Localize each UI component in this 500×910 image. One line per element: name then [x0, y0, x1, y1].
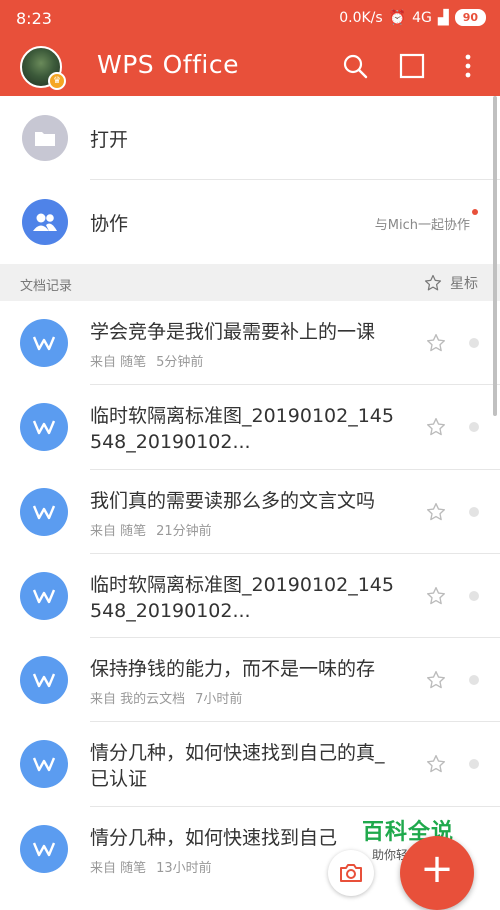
- network-speed: 0.0K/s: [339, 9, 383, 26]
- section-title: 文档记录: [20, 279, 73, 294]
- wps-writer-icon: [20, 571, 68, 620]
- star-outline-icon[interactable]: [426, 670, 446, 690]
- document-row[interactable]: 学会竞争是我们最需要补上的一课 来自 随笔 5分钟前: [0, 301, 500, 386]
- star-outline-icon[interactable]: [426, 586, 446, 606]
- open-label: 打开: [90, 129, 129, 151]
- open-row[interactable]: 打开: [0, 96, 500, 180]
- document-name: 保持挣钱的能力，而不是一味的存: [90, 658, 376, 681]
- camera-icon: [340, 864, 362, 882]
- document-name: 我们真的需要读那么多的文言文吗: [90, 489, 376, 512]
- vip-badge-icon: ♛: [48, 72, 66, 90]
- sync-status-dot: [469, 759, 479, 770]
- app-bar: ♛ WPS Office: [0, 36, 500, 96]
- document-time: 5分钟前: [156, 355, 204, 370]
- sync-status-dot: [469, 506, 479, 517]
- more-vert-icon[interactable]: [455, 53, 481, 79]
- collaborate-label: 协作: [90, 213, 129, 235]
- document-source: 来自 随笔: [90, 355, 147, 370]
- signal-icon: ▟: [437, 9, 449, 26]
- document-name: 学会竞争是我们最需要补上的一课: [90, 321, 376, 343]
- collaborate-row[interactable]: 协作 与Mich一起协作: [0, 180, 500, 264]
- wps-writer-icon: [20, 740, 68, 789]
- status-time: 8:23: [16, 9, 52, 28]
- app-title: WPS Office: [97, 50, 239, 79]
- starred-filter[interactable]: 星标: [424, 273, 478, 293]
- document-meta: 来自 随笔 5分钟前: [90, 351, 213, 370]
- people-icon: [33, 213, 57, 231]
- document-meta: 来自 随笔 21分钟前: [90, 520, 222, 539]
- document-time: 7小时前: [195, 692, 243, 708]
- collaborate-circle: [22, 199, 68, 245]
- document-name: 临时软隔离标准图_20190102_145548_20190102...: [90, 573, 394, 622]
- wps-writer-icon: [20, 487, 68, 536]
- sync-status-dot: [469, 675, 479, 686]
- wps-writer-icon: [20, 824, 68, 873]
- document-source: 来自 随笔: [90, 860, 147, 876]
- main-list: 打开 协作 与Mich一起协作 文档记录 星标 学会竞争是我们最需要补上的一课: [0, 96, 500, 892]
- collaborate-hint[interactable]: 与Mich一起协作: [375, 214, 470, 233]
- document-row[interactable]: 情分几种，如何快速找到自己的真_已认证: [0, 722, 500, 807]
- scrollbar[interactable]: [493, 96, 497, 416]
- signal-text: 4G: [412, 9, 432, 26]
- document-time: 13小时前: [156, 860, 212, 876]
- battery-icon: 90: [454, 9, 486, 26]
- document-name: 临时软隔离标准图_20190102_145548_20190102...: [90, 405, 394, 454]
- document-meta: 来自 随笔 13小时前: [90, 857, 222, 876]
- wps-writer-icon: [20, 656, 68, 705]
- star-outline-icon: [424, 274, 442, 291]
- avatar[interactable]: ♛: [20, 46, 66, 90]
- open-circle: [22, 115, 68, 161]
- star-outline-icon[interactable]: [426, 754, 446, 774]
- document-row[interactable]: 临时软隔离标准图_20190102_145548_20190102...: [0, 385, 500, 470]
- alarm-icon: ⏰: [388, 9, 407, 26]
- document-row[interactable]: 保持挣钱的能力，而不是一味的存 来自 我的云文档 7小时前: [0, 638, 500, 723]
- status-indicators: 0.0K/s ⏰ 4G ▟ 90: [339, 9, 486, 26]
- status-bar: 8:23 0.0K/s ⏰ 4G ▟ 90: [0, 0, 500, 36]
- starred-label: 星标: [450, 276, 478, 292]
- multiwindow-icon[interactable]: [399, 53, 425, 79]
- folder-icon: [35, 132, 55, 146]
- document-source: 来自 我的云文档: [90, 692, 186, 708]
- document-time: 21分钟前: [156, 523, 212, 539]
- document-name: 情分几种，如何快速找到自己: [90, 826, 338, 849]
- sync-status-dot: [469, 590, 479, 601]
- recent-docs-header: 文档记录 星标: [0, 264, 500, 301]
- document-row[interactable]: 临时软隔离标准图_20190102_145548_20190102...: [0, 553, 500, 639]
- document-name: 情分几种，如何快速找到自己的真_已认证: [90, 742, 385, 791]
- star-outline-icon[interactable]: [426, 417, 446, 437]
- sync-status-dot: [469, 338, 479, 348]
- document-source: 来自 随笔: [90, 523, 147, 539]
- document-meta: 来自 我的云文档 7小时前: [90, 688, 252, 707]
- notification-dot: [472, 209, 478, 215]
- sync-status-dot: [469, 422, 479, 433]
- document-row[interactable]: 我们真的需要读那么多的文言文吗 来自 随笔 21分钟前: [0, 469, 500, 554]
- wps-writer-icon: [20, 319, 68, 367]
- camera-button[interactable]: [328, 850, 374, 896]
- add-document-button[interactable]: +: [400, 836, 474, 910]
- search-icon[interactable]: [342, 53, 368, 79]
- star-outline-icon[interactable]: [426, 502, 446, 522]
- star-outline-icon[interactable]: [426, 333, 446, 353]
- wps-writer-icon: [20, 403, 68, 452]
